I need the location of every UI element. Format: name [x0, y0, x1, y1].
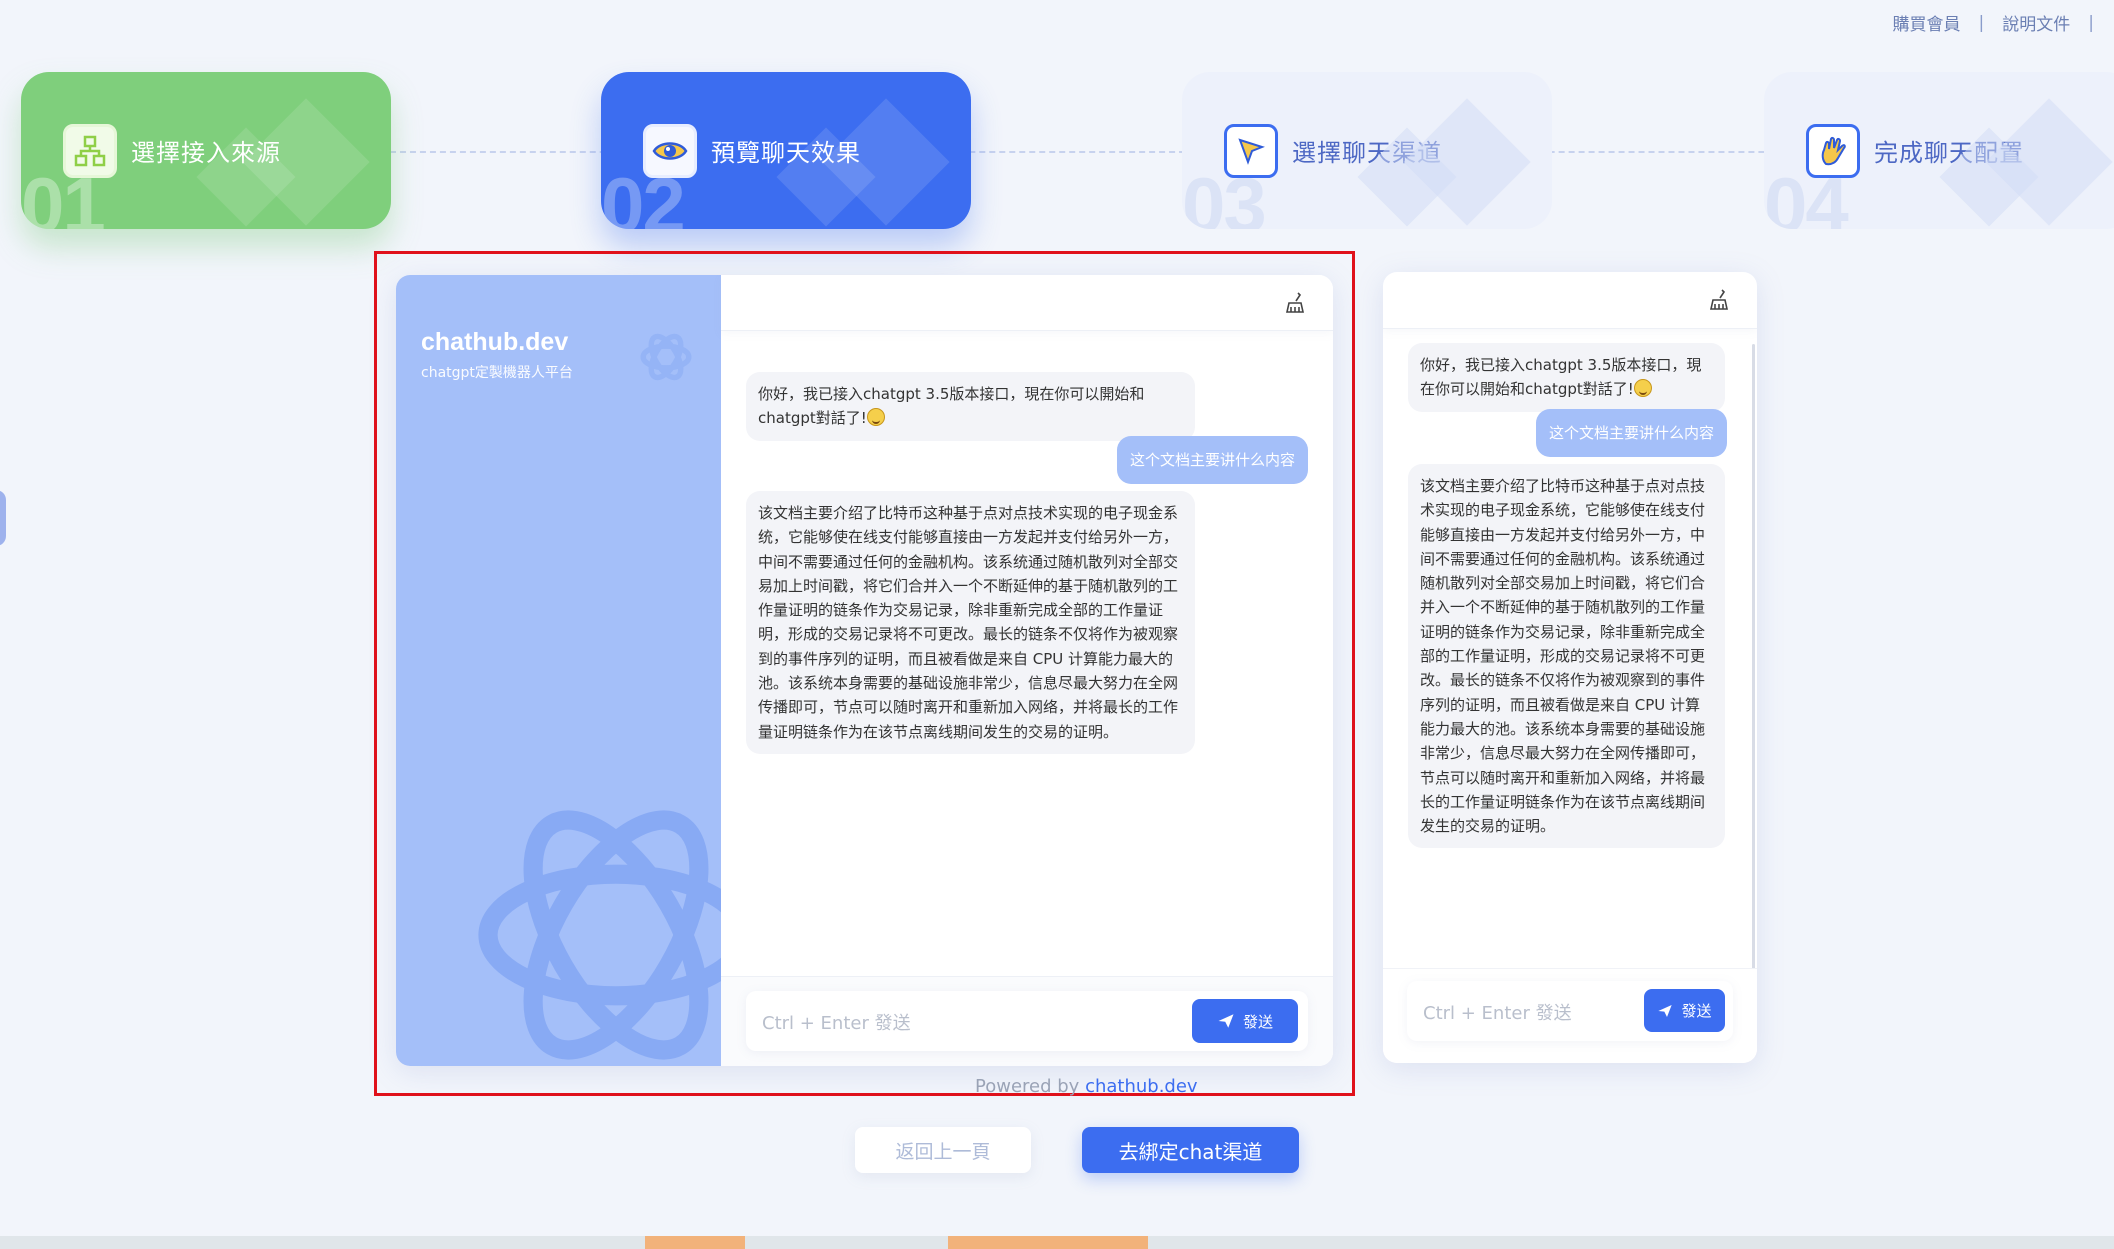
send-button[interactable]: 發送: [1644, 989, 1725, 1032]
side-tab[interactable]: [0, 490, 6, 546]
user-message: 这个文档主要讲什么内容: [1116, 436, 1308, 484]
smile-emoji-icon: [1633, 379, 1652, 398]
send-icon: [1218, 1014, 1234, 1028]
send-icon: [1658, 1004, 1673, 1017]
chat-input-bar: Ctrl + Enter 發送 發送: [1383, 968, 1757, 1063]
desktop-chat-preview: chathub.dev chatgpt定製機器人平台 你好，我已接入chatgp…: [396, 275, 1333, 1066]
docs-link[interactable]: 說明文件: [2002, 10, 2070, 35]
powered-link[interactable]: chathub.dev: [1085, 1076, 1198, 1097]
step-number: 04: [1764, 161, 1849, 229]
message-text: 你好，我已接入chatgpt 3.5版本接口，現在你可以開始和chatgpt對話…: [758, 385, 1145, 428]
send-button[interactable]: 發送: [1192, 999, 1298, 1043]
chat-sidebar: chathub.dev chatgpt定製機器人平台: [396, 275, 721, 1066]
clear-chat-icon[interactable]: [1284, 291, 1308, 315]
clear-chat-icon[interactable]: [1708, 288, 1732, 312]
scrollbar[interactable]: [1752, 344, 1755, 969]
bot-message: 该文档主要介绍了比特币这种基于点对点技术实现的电子现金系统，它能够使在线支付能够…: [1408, 464, 1725, 849]
powered-prefix: Powered by: [975, 1076, 1086, 1097]
openai-logo-icon: [640, 333, 692, 381]
chat-input[interactable]: Ctrl + Enter 發送 發送: [746, 991, 1308, 1051]
top-links: 購買會員 | 說明文件 |: [1893, 10, 2094, 36]
message-text: 该文档主要介绍了比特币这种基于点对点技术实现的电子现金系统，它能够使在线支付能够…: [1420, 477, 1706, 836]
brand-subtitle: chatgpt定製機器人平台: [421, 365, 573, 381]
step-finish-config[interactable]: 04 完成聊天配置: [1764, 72, 2114, 229]
openai-logo-icon: [478, 810, 721, 1060]
step-select-channel[interactable]: 03 選擇聊天渠道: [1182, 72, 1552, 229]
taskbar-item[interactable]: [645, 1236, 745, 1249]
send-label: 發送: [1681, 1002, 1712, 1020]
step-select-source[interactable]: 01 選擇接入來源: [21, 72, 391, 229]
powered-by: Powered by chathub.dev: [975, 1076, 1198, 1097]
chat-input-placeholder: Ctrl + Enter 發送: [1423, 1003, 1572, 1024]
taskbar-item[interactable]: [948, 1236, 1148, 1249]
mobile-chat-preview: 你好，我已接入chatgpt 3.5版本接口，現在你可以開始和chatgpt對話…: [1383, 272, 1757, 1063]
chat-header: [1383, 272, 1757, 329]
smile-emoji-icon: [866, 408, 885, 427]
step-number: 03: [1182, 161, 1267, 229]
taskbar: [0, 1236, 2114, 1249]
chat-header: [721, 275, 1333, 331]
buy-member-link[interactable]: 購買會員: [1893, 10, 1961, 35]
bot-message: 你好，我已接入chatgpt 3.5版本接口，現在你可以開始和chatgpt對話…: [1408, 343, 1725, 412]
chat-input-bar: Ctrl + Enter 發送 發送: [721, 976, 1333, 1066]
send-label: 發送: [1242, 1012, 1273, 1031]
link-separator: |: [2088, 12, 2094, 33]
chat-area: 你好，我已接入chatgpt 3.5版本接口，現在你可以開始和chatgpt對話…: [721, 275, 1333, 1066]
link-separator: |: [1978, 12, 1985, 33]
chat-input-placeholder: Ctrl + Enter 發送: [762, 1013, 911, 1034]
chat-input[interactable]: Ctrl + Enter 發送 發送: [1407, 981, 1733, 1041]
bind-channel-button[interactable]: 去綁定chat渠道: [1082, 1127, 1299, 1173]
back-button[interactable]: 返回上一頁: [855, 1127, 1031, 1173]
step-number: 02: [601, 161, 686, 229]
bot-message: 该文档主要介绍了比特币这种基于点对点技术实现的电子现金系统，它能够使在线支付能够…: [746, 491, 1195, 754]
step-number: 01: [21, 161, 106, 229]
message-text: 你好，我已接入chatgpt 3.5版本接口，現在你可以開始和chatgpt對話…: [1420, 356, 1702, 399]
message-text: 该文档主要介绍了比特币这种基于点对点技术实现的电子现金系统，它能够使在线支付能够…: [758, 504, 1179, 741]
user-message: 这个文档主要讲什么内容: [1535, 409, 1727, 457]
bot-message: 你好，我已接入chatgpt 3.5版本接口，現在你可以開始和chatgpt對話…: [746, 372, 1195, 441]
brand-title: chathub.dev: [421, 328, 569, 356]
step-preview-chat[interactable]: 02 預覽聊天效果: [601, 72, 971, 229]
